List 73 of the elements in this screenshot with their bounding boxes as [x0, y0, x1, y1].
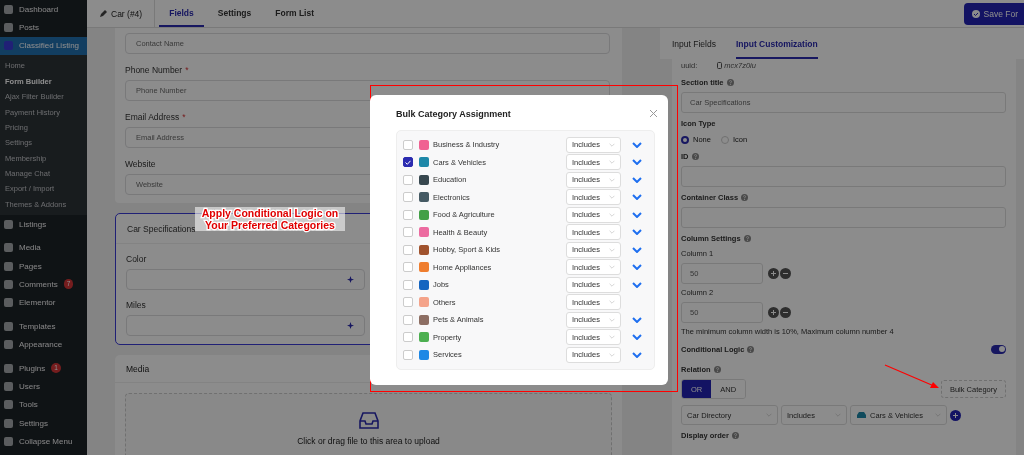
chevron-down-icon[interactable]: [632, 211, 642, 218]
inbox-icon: [358, 412, 379, 430]
checkbox[interactable]: [403, 157, 413, 168]
chevron-down-icon: [609, 177, 615, 182]
chevron-down-icon[interactable]: [632, 264, 642, 271]
text-input[interactable]: [126, 269, 365, 290]
field-label: Miles: [126, 300, 146, 310]
minus-icon[interactable]: [780, 268, 791, 279]
menu-item[interactable]: Settings: [0, 414, 87, 433]
chevron-down-icon[interactable]: [632, 351, 642, 358]
menu-item[interactable]: Classified Listing: [0, 36, 87, 56]
toggle-switch[interactable]: [991, 344, 1006, 354]
menu-item[interactable]: Media: [0, 238, 87, 257]
sparkle-icon: [346, 322, 354, 329]
chevron-down-icon[interactable]: [632, 316, 642, 323]
annotation-arrow: [884, 364, 940, 390]
annotation-text: Apply Conditional Logic on Your Preferred Categories: [195, 207, 345, 231]
chevron-down-icon: [609, 352, 615, 357]
menu-item[interactable]: Tools: [0, 395, 87, 414]
upload-hint: Click or drag file to this area to upload: [297, 436, 440, 446]
modal-title: Bulk Category Assignment: [396, 108, 511, 121]
menu-item[interactable]: Posts: [0, 18, 87, 37]
chevron-down-icon[interactable]: [632, 334, 642, 341]
save-button[interactable]: Save For: [963, 2, 1024, 25]
tab[interactable]: Settings: [207, 0, 262, 27]
menu-item[interactable]: Users: [0, 377, 87, 396]
upload-dropzone[interactable]: Click or drag file to this area to upload: [125, 393, 612, 455]
chevron-down-icon[interactable]: [632, 159, 642, 166]
menu-item[interactable]: Dashboard: [0, 0, 87, 19]
sparkle-icon: [346, 276, 354, 283]
add-icon[interactable]: [950, 409, 961, 421]
chevron-down-icon: [609, 247, 615, 252]
menu-item[interactable]: Templates: [0, 317, 87, 336]
tab[interactable]: Form List: [265, 0, 324, 27]
chevron-down-icon[interactable]: [632, 176, 642, 183]
form-title: Car (#4): [111, 8, 143, 19]
chevron-down-icon: [609, 212, 615, 217]
car-icon: [856, 411, 867, 419]
copy-icon[interactable]: [717, 62, 723, 69]
chevron-down-icon[interactable]: [632, 141, 642, 148]
menu-item[interactable]: Listings: [0, 215, 87, 234]
radio-icon[interactable]: [681, 135, 689, 144]
pencil-icon: [99, 9, 107, 18]
required-mark: *: [182, 112, 186, 122]
chevron-down-icon: [609, 195, 615, 200]
plus-icon[interactable]: [768, 307, 779, 318]
field-label: Color: [126, 254, 147, 264]
tab[interactable]: Input Fields: [672, 39, 716, 59]
chevron-down-icon: [609, 282, 615, 287]
required-mark: *: [185, 65, 189, 75]
chevron-down-icon: [609, 142, 615, 147]
field-label: Website: [125, 159, 156, 169]
chevron-down-icon[interactable]: [632, 246, 642, 253]
minus-icon[interactable]: [780, 307, 791, 318]
chevron-down-icon[interactable]: [632, 194, 642, 201]
menu-item[interactable]: Pages: [0, 256, 87, 276]
chevron-down-icon[interactable]: [632, 229, 642, 236]
chevron-down-icon: [609, 317, 615, 322]
chevron-down-icon: [609, 230, 615, 235]
text-input[interactable]: [126, 315, 365, 336]
chevron-down-icon: [609, 265, 615, 270]
chevron-down-icon[interactable]: [632, 281, 642, 288]
field-label: Email Address: [125, 112, 180, 122]
chevron-down-icon: [609, 160, 615, 165]
menu-icon: [4, 219, 13, 229]
chevron-down-icon: [609, 335, 615, 340]
menu-item[interactable]: Elementor: [0, 293, 87, 313]
menu-item[interactable]: Collapse Menu: [0, 432, 87, 451]
chevron-down-icon: [609, 300, 615, 305]
check-circle-icon: [971, 9, 980, 18]
plus-icon[interactable]: [768, 268, 779, 279]
menu-item[interactable]: Appearance: [0, 335, 87, 354]
field-label: Phone Number: [125, 65, 183, 75]
